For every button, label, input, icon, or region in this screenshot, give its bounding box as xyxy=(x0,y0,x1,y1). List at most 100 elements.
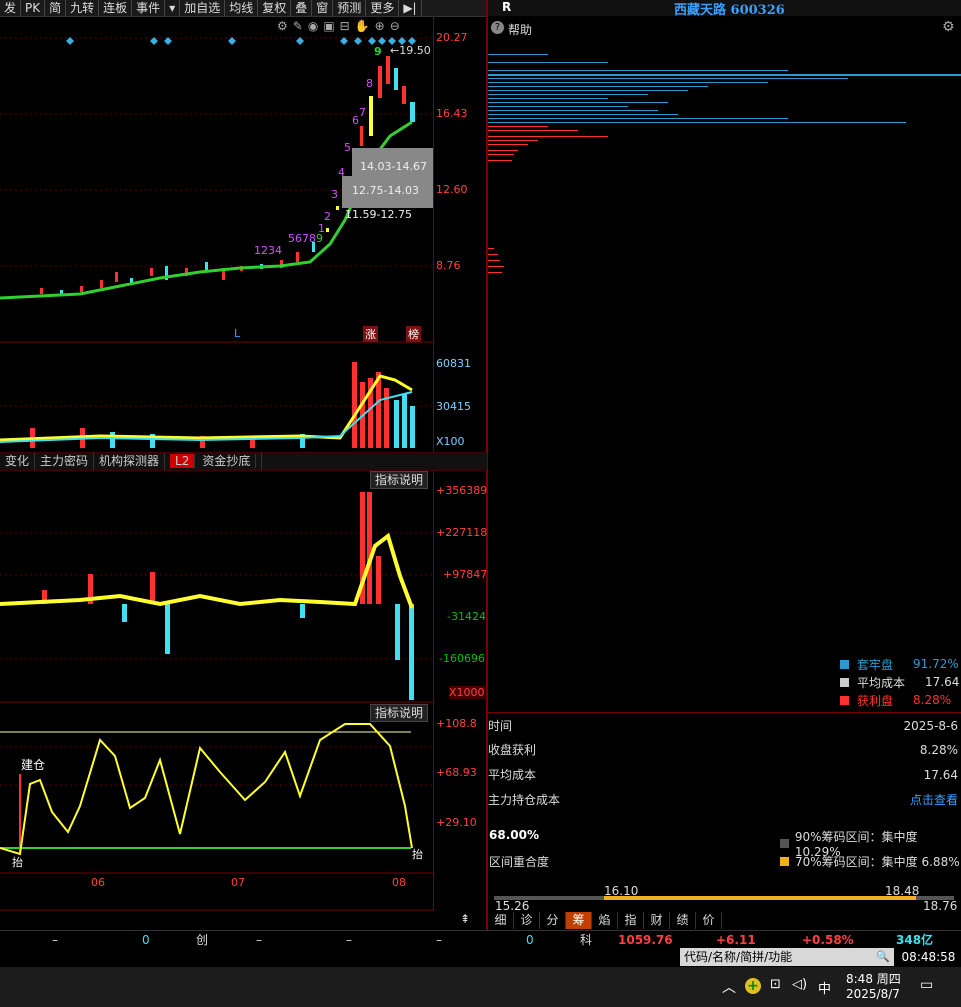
nine-turn-label: 6 xyxy=(352,114,359,127)
toolbar-item[interactable]: 发 xyxy=(0,0,22,16)
range-high: 18.76 xyxy=(923,899,958,913)
collapse-icon[interactable]: ▶| xyxy=(399,0,422,16)
box-label: 14.03-14.67 xyxy=(360,160,427,173)
high-price-label: ←19.50 xyxy=(390,44,431,57)
signal-diamond xyxy=(228,37,236,45)
dropdown-icon[interactable]: ▾ xyxy=(165,0,181,16)
ind1-axis-label: -31424 xyxy=(447,610,486,623)
indicator-help-button[interactable]: 指标说明 xyxy=(370,704,429,722)
tab-institution-detector[interactable]: 机构探测器 xyxy=(94,453,166,470)
nine-turn-label: 8 xyxy=(366,77,373,90)
tab-flame[interactable]: 焰 xyxy=(592,912,618,929)
info-row-time: 时间 2025-8-6 xyxy=(488,718,958,734)
side-tabs: 细 诊 分 筹 焰 指 财 绩 价 xyxy=(488,912,722,929)
toolbar-item[interactable]: 叠 xyxy=(291,0,313,16)
ind1-unit: X1000 xyxy=(449,686,485,699)
box-label: 12.75-14.03 xyxy=(352,184,419,197)
ime-indicator[interactable]: 中 xyxy=(818,978,831,997)
top-toolbar: 发 PK 简 九转 连板 事件 ▾ 加自选 均线 复权 叠 窗 预测 更多 ▶| xyxy=(0,0,487,17)
ind2-axis-label: +108.8 xyxy=(436,717,477,730)
legend-profit: 获利盘 8.28% xyxy=(840,691,960,709)
nine-turn-label: 2 xyxy=(324,210,331,223)
overlap-pct: 68.00% xyxy=(489,828,539,842)
nine-turn-label: 3 xyxy=(331,188,338,201)
legend-swatch xyxy=(840,659,849,669)
toolbar-item[interactable]: 窗 xyxy=(312,0,334,16)
gear-icon[interactable]: ⚙ xyxy=(942,19,955,35)
overlap-label: 区间重合度 xyxy=(489,855,550,869)
market-status-bar: – 0 创 – – – 0 科 1059.76 +6.11 +0.58% 348… xyxy=(0,930,961,949)
range-low: 15.26 xyxy=(495,899,530,913)
tab-main-code[interactable]: 主力密码 xyxy=(35,453,95,470)
info-row-avg-cost: 平均成本 17.64 xyxy=(488,767,958,783)
tab-price[interactable]: 价 xyxy=(696,912,722,929)
ind2-axis-label: +68.93 xyxy=(436,766,477,779)
r-label: R xyxy=(502,0,512,14)
search-icon[interactable]: 🔍 xyxy=(876,948,890,966)
taskbar-time[interactable]: 8:48 周四 xyxy=(846,970,901,987)
scroll-top-icon[interactable]: ⇞ xyxy=(460,912,470,926)
volume-icon[interactable]: ◁) xyxy=(792,977,807,992)
chip-legend: 套牢盘 91.72% 平均成本 17.64 获利盘 8.28% xyxy=(840,655,960,709)
signal-diamond xyxy=(66,37,74,45)
chip-header: ? 帮助 ⚙ xyxy=(488,18,961,38)
info-row-main-cost: 主力持仓成本 点击查看 xyxy=(488,791,958,808)
taskbar-date[interactable]: 2025/8/7 xyxy=(846,987,900,1001)
tab-detail[interactable]: 细 xyxy=(488,912,514,929)
toolbar-item[interactable]: 加自选 xyxy=(180,0,226,16)
price-axis-label: 20.27 xyxy=(436,31,468,44)
signal-diamond xyxy=(296,37,304,45)
tab-finance[interactable]: 财 xyxy=(644,912,670,929)
x-axis-label: 06 xyxy=(91,876,105,889)
help-icon[interactable]: ? xyxy=(491,21,504,34)
tab-bottom-fund[interactable]: L2 资金抄底 xyxy=(165,453,263,470)
toolbar-item[interactable]: 连板 xyxy=(99,0,133,16)
clock: 08:48:58 xyxy=(896,948,961,966)
stock-header: R 西藏天路 600326 xyxy=(488,0,961,18)
price-axis-label: 8.76 xyxy=(436,259,461,272)
chip-distribution xyxy=(488,54,961,273)
indicator-help-button[interactable]: 指标说明 xyxy=(370,471,429,489)
price-axis-label: 16.43 xyxy=(436,107,468,120)
x-axis-label: 07 xyxy=(231,876,245,889)
box-label: 11.59-12.75 xyxy=(345,208,412,221)
l-marker: L xyxy=(234,327,241,340)
bottom-label: 抬 xyxy=(12,856,23,869)
tab-performance[interactable]: 绩 xyxy=(670,912,696,929)
ind1-axis-label: +356389 xyxy=(436,484,488,497)
toolbar-item[interactable]: 复权 xyxy=(258,0,292,16)
notification-icon[interactable]: ▭ xyxy=(920,977,933,993)
chevron-up-icon[interactable]: ︿ xyxy=(722,977,736,997)
app-tray-icon[interactable]: + xyxy=(745,978,761,994)
rank-badge[interactable]: 榜 xyxy=(406,326,421,342)
ind2-axis-label: +29.10 xyxy=(436,816,477,829)
help-label[interactable]: 帮助 xyxy=(508,21,532,38)
toolbar-item[interactable]: 均线 xyxy=(225,0,259,16)
c70-row: 70%筹码区间：集中度 6.88% xyxy=(780,853,960,870)
tab-change[interactable]: 变化 xyxy=(0,453,36,470)
tab-chips[interactable]: 筹 xyxy=(566,912,592,929)
chinext-label[interactable]: 创 xyxy=(196,931,208,949)
search-input[interactable]: 代码/名称/简拼/功能 🔍 xyxy=(680,948,894,966)
toolbar-item[interactable]: 预测 xyxy=(333,0,367,16)
volume-axis-label: 60831 xyxy=(436,357,471,370)
tab-split[interactable]: 分 xyxy=(540,912,566,929)
network-icon[interactable]: ⊡ xyxy=(770,977,781,992)
x-axis-label: 08 xyxy=(392,876,406,889)
toolbar-item[interactable]: 简 xyxy=(45,0,67,16)
tab-index[interactable]: 指 xyxy=(618,912,644,929)
toolbar-item[interactable]: 更多 xyxy=(366,0,400,16)
c90-swatch xyxy=(780,839,789,848)
volume-axis-label: 30415 xyxy=(436,400,471,413)
toolbar-item[interactable]: 事件 xyxy=(132,0,166,16)
toolbar-item[interactable]: PK xyxy=(21,0,46,16)
legend-swatch xyxy=(840,677,849,687)
nine-turn-label: 5 xyxy=(344,141,351,154)
limit-up-badge[interactable]: 涨 xyxy=(363,326,378,342)
tab-diagnose[interactable]: 诊 xyxy=(514,912,540,929)
toolbar-item[interactable]: 九转 xyxy=(66,0,100,16)
nine-turn-label: 9 xyxy=(374,45,382,58)
view-main-cost-link[interactable]: 点击查看 xyxy=(910,791,958,808)
star-market-label[interactable]: 科 xyxy=(580,931,592,949)
stock-title: 西藏天路 600326 xyxy=(674,3,785,18)
